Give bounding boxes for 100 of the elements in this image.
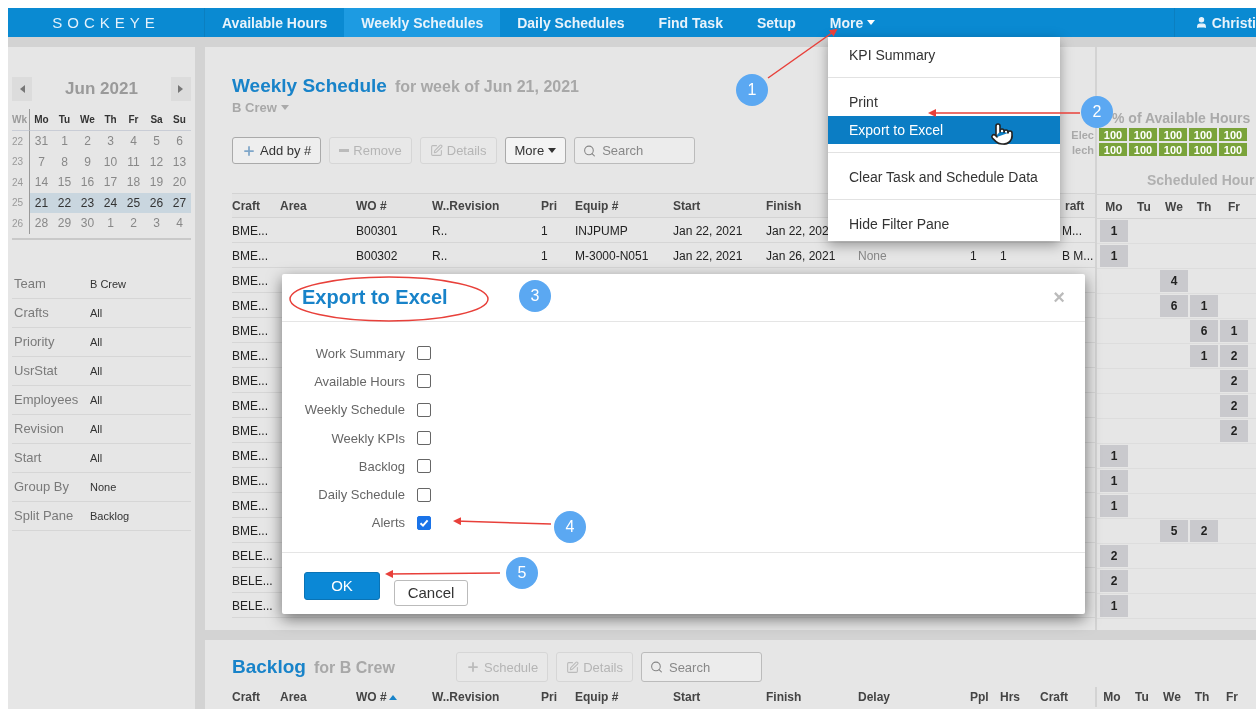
filter-value[interactable]: B Crew [90, 277, 127, 290]
caret-icon [548, 148, 557, 153]
dialog-title: Export to Excel [302, 286, 448, 309]
percent-cell: 100 [1159, 128, 1187, 141]
option-label: Weekly Schedule [303, 402, 405, 418]
column-header[interactable]: Craft [232, 199, 260, 213]
column-header[interactable]: Ppl [970, 690, 989, 704]
percent-cell: 100 [1219, 143, 1247, 156]
table-cell: BME... [232, 398, 268, 413]
checkbox[interactable] [417, 431, 431, 446]
filter-value[interactable]: All [90, 422, 103, 435]
column-header[interactable]: Equip # [575, 690, 619, 704]
percent-cell: 100 [1129, 128, 1157, 141]
table-cell: M... [1062, 223, 1082, 238]
option-label: Daily Schedule [317, 487, 405, 503]
column-header[interactable]: W..Revision [432, 199, 500, 213]
search-field[interactable]: Search [640, 652, 762, 682]
column-header[interactable]: Finish [766, 199, 802, 213]
day-header: Th [1193, 690, 1211, 704]
column-header[interactable]: Craft [1040, 690, 1068, 704]
toolbar-button[interactable]: Add by # [232, 137, 322, 164]
checkbox[interactable] [417, 402, 431, 417]
column-header[interactable]: W..Revision [432, 690, 500, 704]
filter-value[interactable]: All [90, 364, 103, 377]
table-cell: BME... [232, 373, 268, 388]
column-header[interactable]: Pri [541, 199, 557, 213]
search-icon [649, 660, 663, 674]
table-cell: None [858, 248, 887, 263]
filter-value[interactable]: All [90, 451, 103, 464]
column-header[interactable]: Hrs [1000, 690, 1020, 704]
previous-month-button[interactable] [12, 77, 32, 101]
column-header[interactable]: Delay [858, 690, 891, 704]
day-header: Mo [1102, 690, 1122, 704]
calendar-day[interactable]: 22 [53, 192, 76, 213]
day-header: We [1162, 690, 1182, 704]
calendar-day[interactable]: 23 [76, 192, 99, 213]
filter-label: Crafts [14, 305, 50, 320]
column-header[interactable]: Finish [766, 690, 802, 704]
ok-button[interactable]: OK [304, 571, 380, 600]
weekday-header: Tu [53, 109, 76, 131]
menu-item[interactable]: Hide Filter Pane [828, 210, 1060, 238]
table-cell: Jan 26, 2021 [766, 248, 836, 263]
calendar-day[interactable]: 21 [30, 192, 53, 213]
week-header: Wk [12, 109, 30, 131]
column-header[interactable]: Craft [232, 690, 260, 704]
filter-value[interactable]: All [90, 335, 103, 348]
hours-cell: 1 [1100, 220, 1128, 242]
checkbox[interactable] [417, 515, 431, 530]
weekday-header: Th [99, 109, 122, 131]
weekday-header: Sa [145, 109, 168, 131]
column-header[interactable]: Area [280, 690, 307, 704]
column-header[interactable]: Pri [541, 690, 557, 704]
calendar-day[interactable]: 26 [145, 192, 168, 213]
cancel-button[interactable]: Cancel [394, 579, 468, 606]
panel-title: Weekly Schedule [232, 75, 387, 97]
column-header[interactable]: raft [1062, 199, 1085, 213]
calendar-day[interactable]: 27 [168, 192, 191, 213]
panel-subtitle: for B Crew [313, 659, 395, 677]
hours-cell: 2 [1220, 395, 1248, 417]
hours-cell: 1 [1100, 245, 1128, 267]
column-header[interactable]: Area [280, 199, 307, 213]
caret-icon [867, 20, 876, 25]
percent-cell: 100 [1099, 128, 1127, 141]
hours-cell: 2 [1100, 570, 1128, 592]
table-cell: BME... [232, 248, 268, 263]
percent-cell: 100 [1189, 143, 1217, 156]
column-header[interactable]: WO # [356, 690, 387, 704]
edit-icon [566, 660, 580, 674]
filter-value[interactable]: None [90, 480, 117, 493]
checkbox[interactable] [417, 487, 431, 502]
toolbar-button[interactable]: More [504, 137, 567, 164]
table-cell: INJPUMP [575, 223, 628, 238]
menu-item[interactable]: KPI Summary [828, 41, 1060, 69]
filter-value[interactable]: All [90, 393, 103, 406]
menu-item[interactable]: Print [828, 88, 1060, 116]
table-cell: BME... [232, 423, 268, 438]
menu-item[interactable]: Export to Excel [828, 116, 1060, 144]
menu-item[interactable]: Clear Task and Schedule Data [828, 163, 1060, 191]
column-header[interactable]: Start [673, 690, 701, 704]
filter-label: Revision [14, 421, 65, 436]
day-header: Fr [1225, 690, 1239, 704]
checkbox[interactable] [417, 346, 431, 361]
filter-label: Priority [14, 334, 56, 349]
calendar-day[interactable]: 25 [122, 192, 145, 213]
next-month-button[interactable] [171, 77, 191, 101]
filter-label: Split Pane [14, 508, 75, 523]
checkbox[interactable] [417, 459, 431, 474]
table-cell: Jan 22, 2021 [673, 248, 743, 263]
column-header[interactable]: Equip # [575, 199, 619, 213]
filter-value[interactable]: All [90, 306, 103, 319]
table-cell: B00302 [356, 248, 398, 263]
week-number: 22 [12, 131, 30, 152]
column-header[interactable]: WO # [356, 199, 387, 213]
table-cell: BME... [232, 323, 268, 338]
column-header[interactable]: Start [673, 199, 701, 213]
filter-value[interactable]: Backlog [90, 509, 130, 522]
search-field[interactable]: Search [574, 137, 696, 164]
calendar-day[interactable]: 24 [99, 192, 122, 213]
checkbox[interactable] [417, 374, 431, 389]
right-triangle-icon [178, 85, 184, 93]
